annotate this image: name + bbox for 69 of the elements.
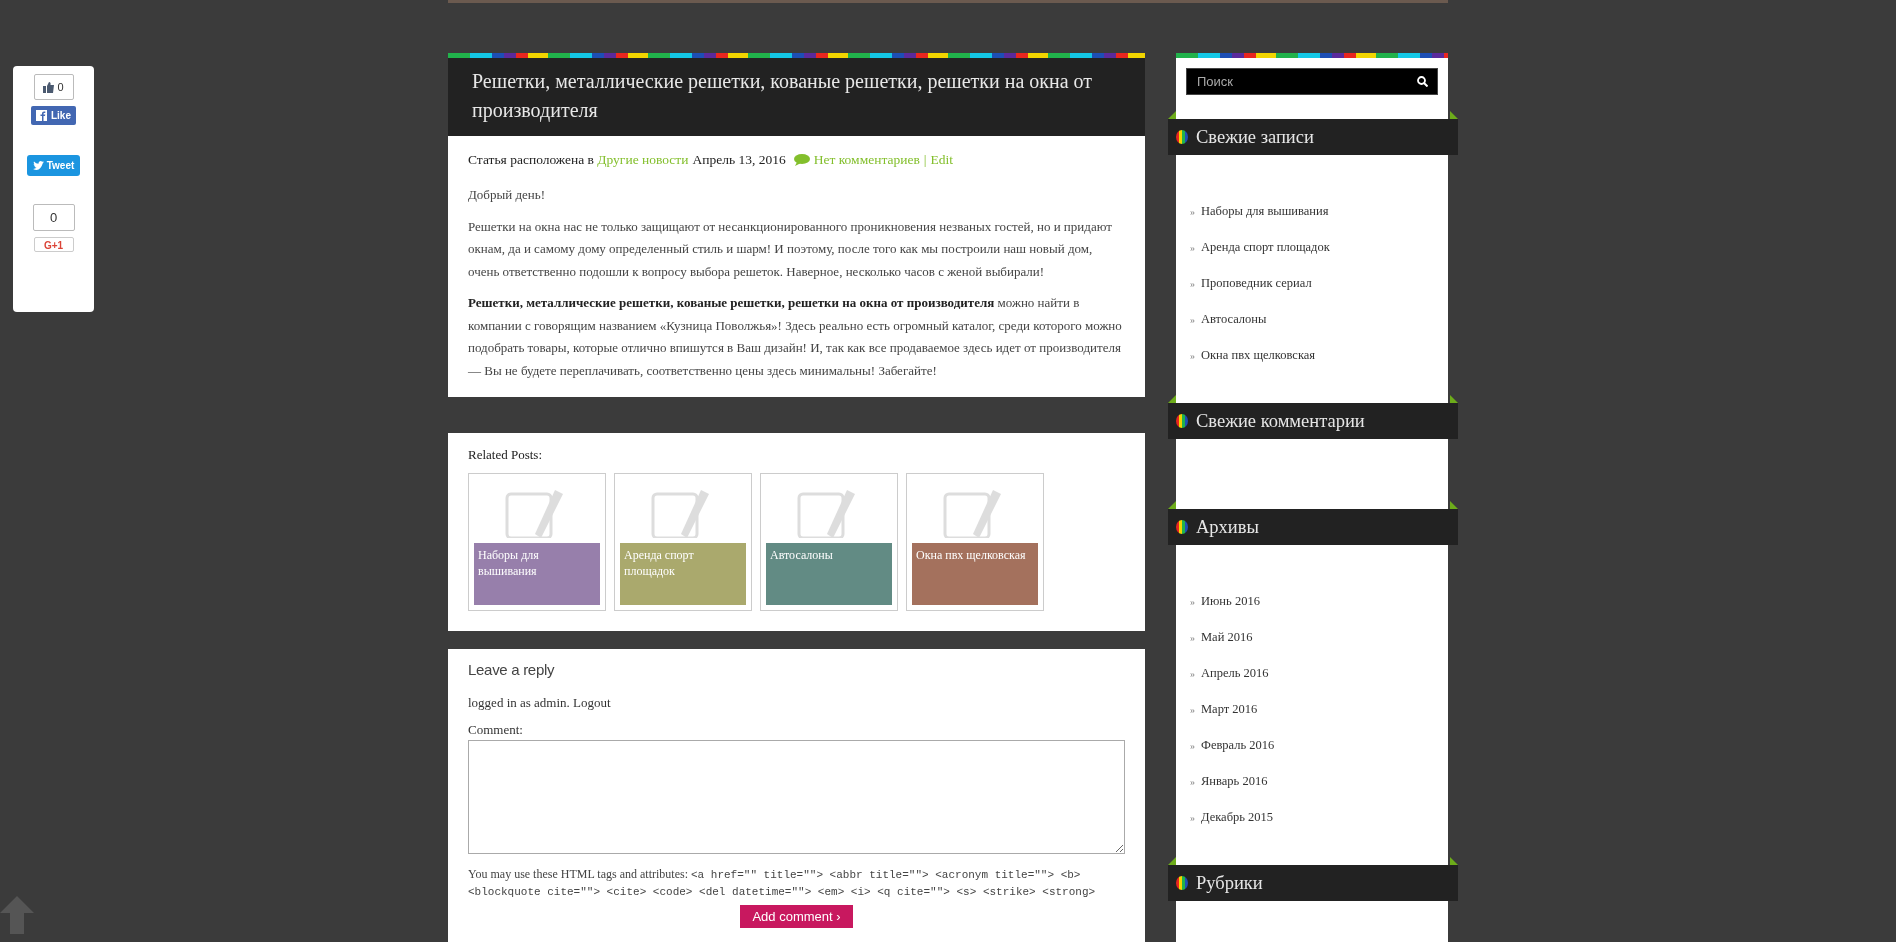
thumbnail-title: Наборы для вышивания bbox=[474, 542, 600, 605]
bird-icon bbox=[32, 161, 44, 170]
bullet-mark: » bbox=[1190, 630, 1195, 645]
google-plus-button[interactable]: G+1 bbox=[33, 237, 74, 252]
paragraph: Решетки на окна нас не только защищают от несанкционированного проникновения незваных гостей, но и придают окнам, да и самому дому определенный стиль и шарм! И поэтому, после того как мы построили наш новый дом, очень ответственно подошли к вопросу выбора решеток. Наверное, несколько часов с женой выбирали! bbox=[468, 217, 1113, 281]
bullet-mark: » bbox=[1190, 594, 1195, 609]
notepad-pencil-icon bbox=[797, 487, 857, 538]
bullet-mark: » bbox=[1190, 666, 1195, 681]
search-icon[interactable] bbox=[1417, 76, 1428, 87]
plus-count: 0 bbox=[32, 204, 75, 231]
thumbnail[interactable]: Автосалоны bbox=[760, 472, 898, 611]
sidebar-link[interactable]: Январь 2016 bbox=[1201, 771, 1268, 791]
sidebar-link[interactable]: Март 2016 bbox=[1201, 699, 1258, 719]
search-field[interactable]: Поиск bbox=[1186, 68, 1438, 95]
bullet-mark: » bbox=[1190, 276, 1195, 291]
bullet-mark: » bbox=[1190, 810, 1195, 825]
bullet-mark: » bbox=[1190, 702, 1195, 717]
bullet-mark: » bbox=[1190, 738, 1195, 753]
sidebar-link[interactable]: Декабрь 2015 bbox=[1201, 807, 1274, 827]
reply-heading: Leave a reply bbox=[468, 660, 556, 679]
up-arrow-icon[interactable] bbox=[0, 896, 34, 934]
sidebar-link[interactable]: Апрель 2016 bbox=[1201, 663, 1269, 683]
paragraph: Добрый день! bbox=[468, 186, 547, 205]
notepad-pencil-icon bbox=[943, 487, 1003, 538]
sidebar-link[interactable]: Июнь 2016 bbox=[1201, 591, 1260, 611]
bullet-mark: » bbox=[1190, 312, 1195, 327]
rainbow-circle-icon bbox=[1176, 876, 1188, 890]
paragraph: Решетки, металлические решетки, кованые решетки, решетки на окна от производителя можно найти в компании с говорящим названием «Кузница Поволжья»! Здесь реально есть огромный каталог, среди которого можно подобрать товары, которые отлично впишутся в Ваш дизайн! И, так как все продаваемое здесь идет от производителя — Вы не будете переплачивать, соответственно цены здесь минимальны! Забегайте! bbox=[468, 294, 1123, 380]
logged-in-text: logged in as admin. Logout bbox=[468, 693, 612, 712]
speech-bubble-icon bbox=[793, 154, 810, 167]
rainbow-circle-icon bbox=[1176, 130, 1188, 144]
sidebar-link[interactable]: Автосалоны bbox=[1201, 309, 1267, 329]
thumbnail-title: Автосалоны bbox=[766, 542, 892, 605]
notepad-pencil-icon bbox=[651, 487, 711, 538]
thumbnail-title: Аренда спорт площадок bbox=[620, 542, 746, 605]
thumbs-up-icon bbox=[43, 81, 55, 93]
post-title: Решетки, металлические решетки, кованые решетки, решетки на окна от производителя bbox=[448, 58, 1145, 136]
sidebar-link[interactable]: Аренда спорт площадок bbox=[1201, 237, 1330, 257]
sidebar-link[interactable]: Февраль 2016 bbox=[1201, 735, 1275, 755]
allowed-tags-text: You may use these HTML tags and attributes: <a href="" title=""> <abbr title=""> <acronym title=""> <b> <blockquote cite=""> <cite> <code> <del datetime=""> <em> <i> <q cite=""> <s> <strike> <strong> bbox=[468, 865, 1097, 900]
bullet-mark: » bbox=[1190, 348, 1195, 363]
comment-field[interactable] bbox=[468, 739, 1125, 854]
thumbnail-title: Окна пвх щелковская bbox=[912, 542, 1038, 605]
bullet-mark: » bbox=[1190, 240, 1195, 255]
related-heading: Related Posts: bbox=[468, 446, 544, 465]
rainbow-circle-icon bbox=[1176, 520, 1188, 534]
facebook-logo-icon bbox=[36, 110, 47, 121]
widget-title: Рубрики bbox=[1196, 871, 1263, 895]
like-count: 0 bbox=[33, 74, 74, 100]
meta-text: Статья расположена в bbox=[468, 151, 595, 169]
widget-title: Архивы bbox=[1196, 515, 1259, 539]
sidebar-link[interactable]: Проповедник сериал bbox=[1201, 273, 1312, 293]
comment-label: Comment: bbox=[468, 721, 524, 740]
separator-text: | bbox=[923, 151, 927, 169]
thumbnail[interactable]: Наборы для вышивания bbox=[468, 472, 606, 611]
rainbow-circle-icon bbox=[1176, 414, 1188, 428]
notepad-pencil-icon bbox=[505, 487, 565, 538]
post-date: Апрель 13, 2016 bbox=[692, 151, 786, 169]
facebook-like-button[interactable]: Like bbox=[31, 106, 76, 125]
add-comment-button[interactable]: Add comment › bbox=[740, 904, 853, 929]
logout-link[interactable]: Logout bbox=[573, 694, 611, 710]
widget-title: Свежие записи bbox=[1196, 125, 1314, 149]
thumbnail[interactable]: Окна пвх щелковская bbox=[906, 472, 1044, 611]
bullet-mark: » bbox=[1190, 774, 1195, 789]
widget-title: Свежие комментарии bbox=[1196, 409, 1365, 433]
sidebar-link[interactable]: Май 2016 bbox=[1201, 627, 1253, 647]
sidebar-link[interactable]: Окна пвх щелковская bbox=[1201, 345, 1316, 365]
sidebar-link[interactable]: Наборы для вышивания bbox=[1201, 201, 1329, 221]
bullet-mark: » bbox=[1190, 204, 1195, 219]
